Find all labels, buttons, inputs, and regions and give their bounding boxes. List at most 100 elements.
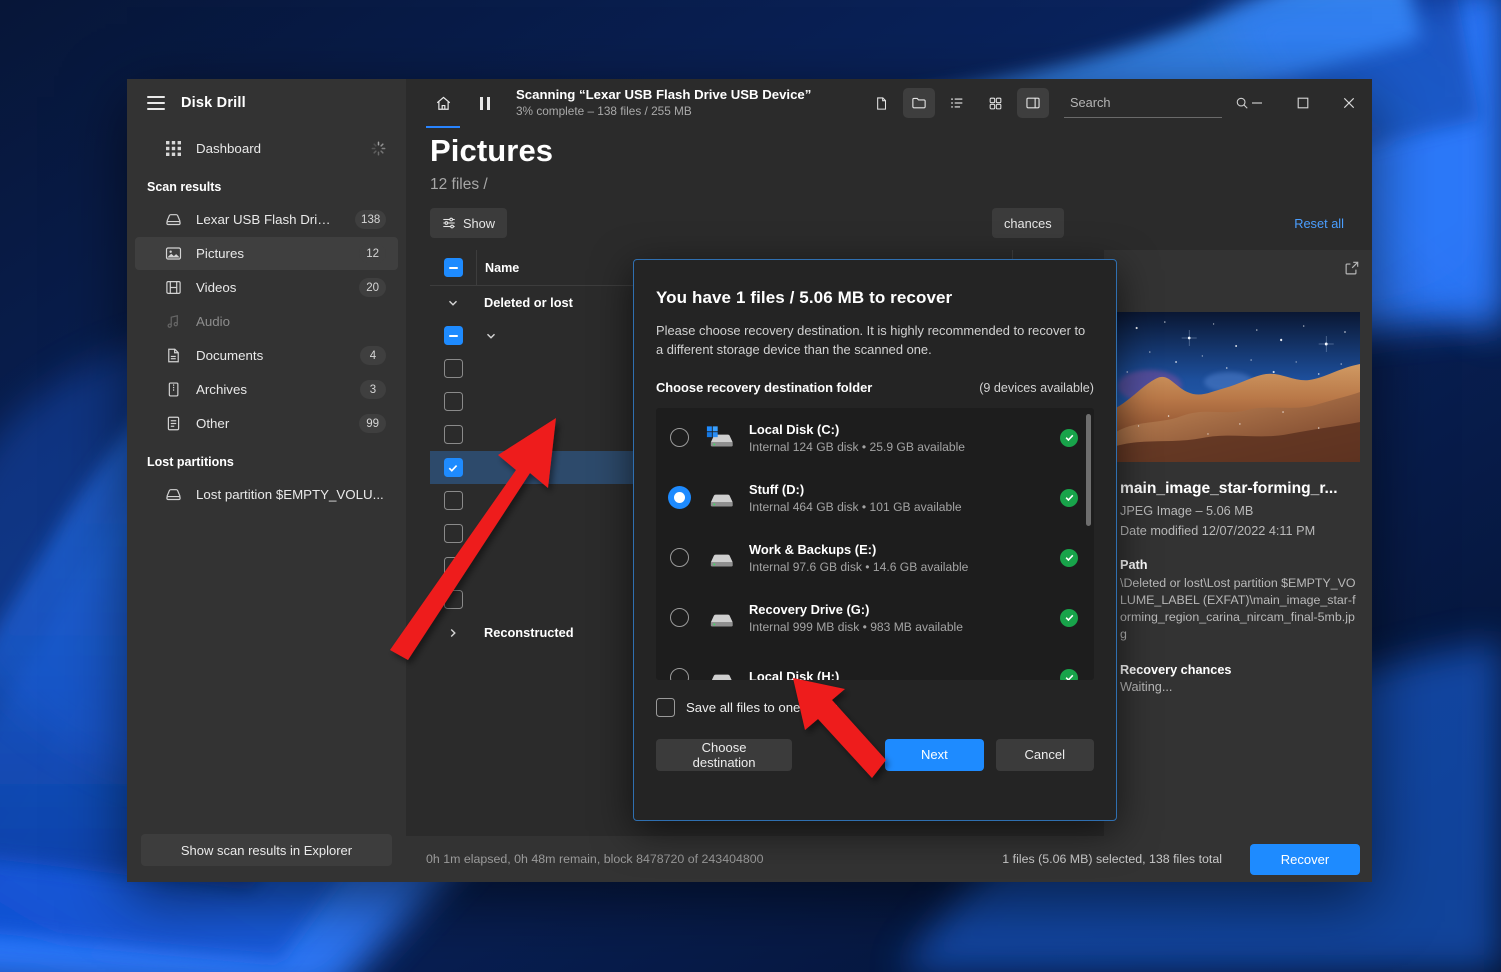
file-view-icon[interactable] [865,88,897,118]
destination-device-list[interactable]: Local Disk (C:) Internal 124 GB disk • 2… [656,407,1094,680]
filter-bar: Show chances Reset all [406,194,1372,238]
preview-path-value: \Deleted or lost\Lost partition $EMPTY_V… [1120,576,1356,642]
device-text: Work & Backups (E:) Internal 97.6 GB dis… [749,542,1060,574]
show-scan-results-in-explorer-button[interactable]: Show scan results in Explorer [141,834,392,866]
sidebar-item-dashboard[interactable]: Dashboard [135,132,398,165]
device-radio-selected[interactable] [670,488,689,508]
row-checkbox[interactable] [443,524,463,543]
scan-title: Scanning “Lexar USB Flash Drive USB Devi… [516,87,812,102]
list-view-icon[interactable] [941,88,973,118]
hamburger-menu-icon[interactable] [147,96,165,110]
device-row-work-backups-e[interactable]: Work & Backups (E:) Internal 97.6 GB dis… [656,528,1094,588]
preview-thumbnail-wrap [1104,250,1372,462]
drive-icon [165,486,182,503]
sidebar-item-label: Lexar USB Flash Drive U... [196,212,342,227]
device-text: Local Disk (C:) Internal 124 GB disk • 2… [749,422,1060,454]
sidebar-item-archives[interactable]: Archives 3 [135,373,398,406]
loading-spinner-icon [371,141,386,156]
device-row-local-disk-c[interactable]: Local Disk (C:) Internal 124 GB disk • 2… [656,408,1094,468]
sidebar-item-lost-partition[interactable]: Lost partition $EMPTY_VOLU... [135,478,398,511]
recovery-destination-dialog: You have 1 files / 5.06 MB to recover Pl… [633,259,1117,821]
row-checkbox[interactable] [443,491,463,510]
save-all-files-to-one-folder-row[interactable]: Save all files to one folder [656,697,1094,717]
maximize-icon[interactable] [1280,79,1326,127]
device-row-stuff-d[interactable]: Stuff (D:) Internal 464 GB disk • 101 GB… [656,468,1094,528]
home-icon[interactable] [426,87,460,128]
sidebar-nav: Dashboard Scan results Lexar USB Flash D… [127,123,406,834]
sidebar: Disk Drill Dashboard Scan results Lexar … [127,79,406,882]
sidebar-item-badge: 99 [359,414,386,433]
choose-destination-button[interactable]: Choose destination [656,738,793,771]
windows-drive-icon [703,425,737,451]
sidebar-item-videos[interactable]: Videos 20 [135,271,398,304]
device-radio[interactable] [670,548,689,568]
search-icon[interactable] [1235,96,1253,110]
group-expand-cell [430,297,476,309]
sidebar-item-pictures[interactable]: Pictures 12 [135,237,398,270]
row-checkbox-cell [430,557,476,576]
row-checkbox[interactable] [443,392,463,411]
sidebar-item-label: Pictures [196,246,245,261]
device-text: Local Disk (H:) [749,669,1060,680]
cancel-button[interactable]: Cancel [995,738,1094,771]
row-checkbox[interactable] [443,326,463,345]
reset-all-link[interactable]: Reset all [1294,216,1348,231]
device-meta: Internal 999 MB disk • 983 MB available [749,619,963,634]
device-radio[interactable] [670,668,689,680]
sidebar-item-documents[interactable]: Documents 4 [135,339,398,372]
device-row-recovery-drive-g[interactable]: Recovery Drive (G:) Internal 999 MB disk… [656,588,1094,648]
select-all-checkbox[interactable] [443,258,463,277]
row-checkbox-cell [430,524,476,543]
sidebar-item-label: Audio [196,314,231,329]
next-button[interactable]: Next [885,738,984,771]
sidebar-item-label: Lost partition $EMPTY_VOLU... [196,487,384,502]
destination-device-scroll: Local Disk (C:) Internal 124 GB disk • 2… [656,408,1094,680]
save-all-files-checkbox[interactable] [656,697,675,717]
chevron-down-icon[interactable] [446,297,460,309]
device-status-ok-icon [1060,608,1078,627]
device-name: Local Disk (C:) [749,421,840,437]
device-meta: Internal 464 GB disk • 101 GB available [749,499,962,514]
device-radio[interactable] [670,428,689,448]
page-subtitle: 12 files / [430,176,488,193]
row-checkbox[interactable] [443,458,463,477]
row-checkbox[interactable] [443,425,463,444]
row-checkbox[interactable] [443,557,463,576]
device-row-local-disk-h[interactable]: Local Disk (H:) [656,648,1094,680]
device-radio[interactable] [670,608,689,628]
row-checkbox[interactable] [443,590,463,609]
show-filter-button[interactable]: Show [430,208,508,238]
preview-filename: main_image_star-forming_r... [1120,480,1338,497]
search-input[interactable] [1064,95,1235,110]
chances-filter-chip[interactable]: chances [992,208,1064,238]
chances-filter-label: chances [1004,215,1052,231]
preview-thumbnail[interactable] [1116,312,1360,462]
device-meta: Internal 97.6 GB disk • 14.6 GB availabl… [749,559,969,574]
status-bar: 0h 1m elapsed, 0h 48m remain, block 8478… [406,836,1372,882]
pause-icon[interactable] [470,88,500,118]
search-box[interactable] [1064,88,1248,118]
chevron-right-icon[interactable] [446,627,460,639]
sidebar-item-audio[interactable]: Audio [135,305,398,338]
grid-view-icon[interactable] [979,88,1011,118]
sliders-icon [442,216,456,230]
sidebar-header: Disk Drill [127,79,406,123]
split-pane-icon[interactable] [1017,88,1049,118]
sidebar-item-other[interactable]: Other 99 [135,407,398,440]
external-link-icon[interactable] [1344,260,1360,279]
close-icon[interactable] [1326,79,1372,127]
device-list-scrollbar[interactable] [1086,413,1091,526]
row-checkbox[interactable] [443,359,463,378]
preview-chances-label: Recovery chances [1120,663,1232,678]
drive-icon [703,485,737,511]
devices-available-count: (9 devices available) [979,380,1094,395]
device-status-ok-icon [1060,428,1078,447]
sidebar-item-badge: 3 [360,380,386,399]
dialog-actions: Choose destination Next Cancel [656,738,1094,771]
preview-panel: main_image_star-forming_r... JPEG Image … [1104,250,1372,836]
folder-view-icon[interactable] [903,88,935,118]
chevron-down-icon[interactable] [484,330,498,342]
preview-filetype: JPEG Image – 5.06 MB [1120,504,1254,518]
recover-button[interactable]: Recover [1250,843,1360,875]
sidebar-item-lexar-usb[interactable]: Lexar USB Flash Drive U... 138 [135,203,398,236]
